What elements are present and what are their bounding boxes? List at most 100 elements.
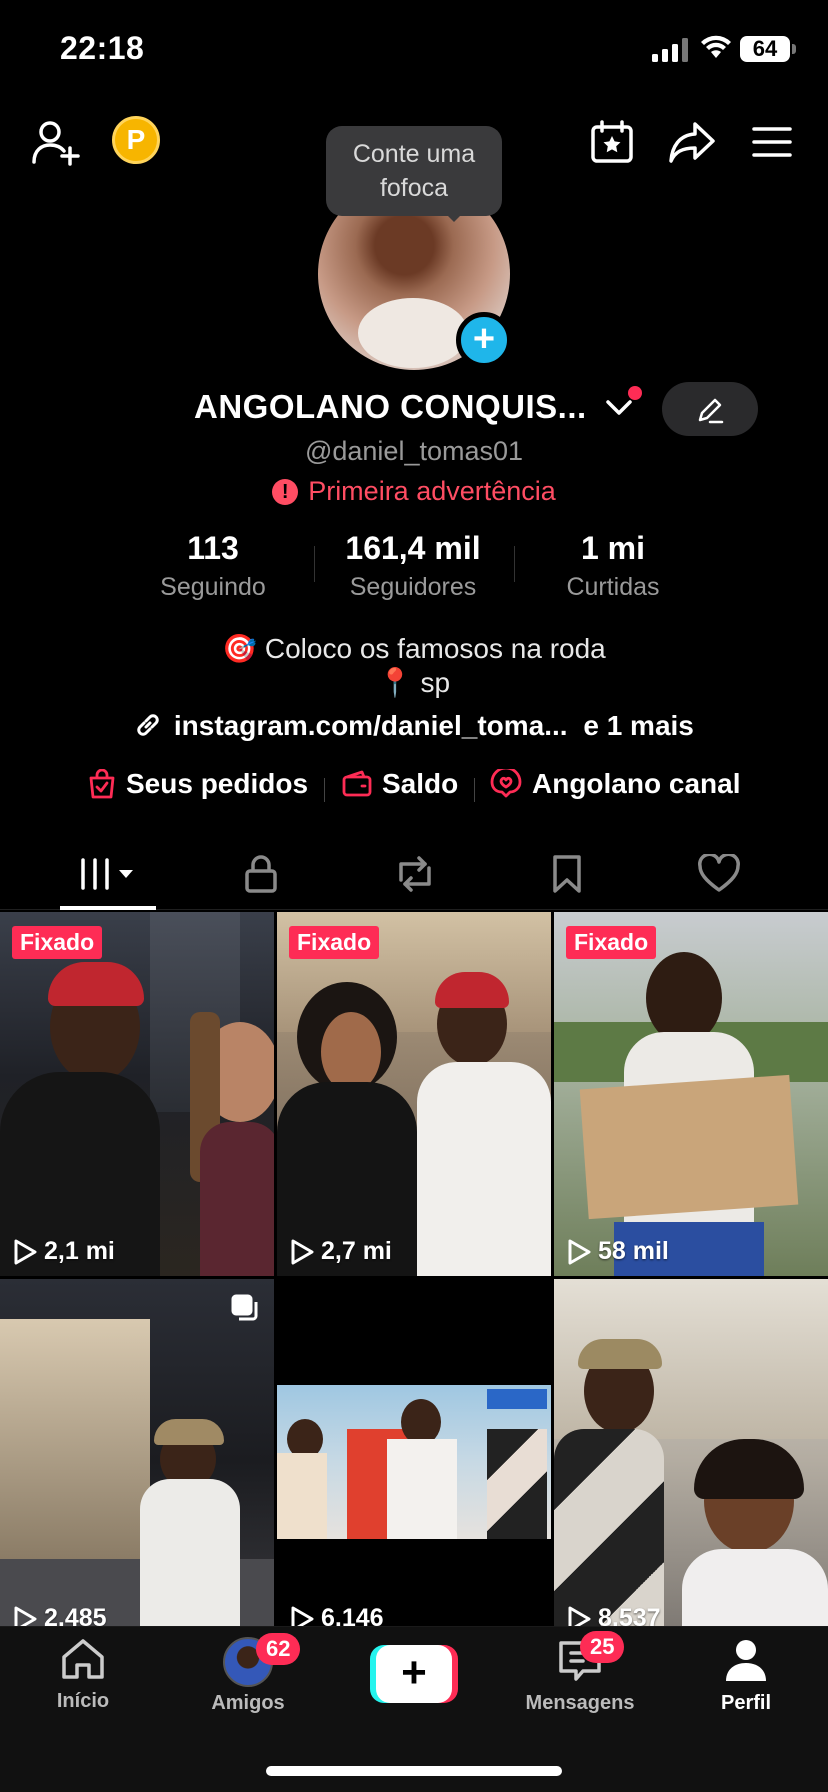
bio-line-1: 🎯 Coloco os famosos na roda <box>222 633 606 664</box>
share-profile-button[interactable] <box>664 114 720 170</box>
stat-label: Seguidores <box>349 573 477 601</box>
nav-home-label: Início <box>56 1690 110 1712</box>
white-shirt <box>387 1439 457 1539</box>
add-story-button[interactable]: + <box>456 312 512 368</box>
hamburger-menu-icon <box>752 127 792 157</box>
channel-label: Angolano canal <box>532 768 741 799</box>
video-thumbnail[interactable]: 6.146 <box>277 1279 551 1643</box>
nav-profile[interactable]: Perfil <box>676 1637 816 1715</box>
view-count: 2,7 mi <box>289 1237 392 1266</box>
status-time: 22:18 <box>60 30 145 66</box>
heart-chat-icon <box>490 769 522 798</box>
view-count: 2,1 mi <box>12 1237 115 1266</box>
stat-following[interactable]: 113 Seguindo <box>113 530 313 602</box>
profile-name[interactable]: ANGOLANO CONQUIS... <box>194 388 587 426</box>
video-thumbnail[interactable]: Fixado 2,1 mi <box>0 912 274 1276</box>
shortcut-divider <box>324 778 325 802</box>
orders-shortcut[interactable]: Seus pedidos <box>88 768 308 800</box>
account-warning-link[interactable]: ! Primeira advertência <box>0 476 828 507</box>
shopping-bag-icon <box>89 769 115 799</box>
profile-handle: @daniel_tomas01 <box>304 436 524 466</box>
stat-value: 161,4 mil <box>345 530 481 566</box>
stat-followers[interactable]: 161,4 mil Seguidores <box>313 530 513 602</box>
bookmark-icon <box>552 855 581 893</box>
tooltip-line-1: Conte uma <box>352 140 476 168</box>
channel-shortcut[interactable]: Angolano canal <box>490 768 740 800</box>
pinned-badge: Fixado <box>12 926 103 959</box>
create-video-button[interactable]: + <box>370 1645 458 1703</box>
profile-tabs <box>0 838 828 910</box>
edit-profile-button[interactable] <box>662 382 758 436</box>
menu-button[interactable] <box>746 114 798 170</box>
share-arrow-icon <box>669 122 715 163</box>
cardboard-sign <box>579 1074 799 1220</box>
nav-profile-label: Perfil <box>720 1692 772 1714</box>
home-icon <box>62 1639 104 1679</box>
calendar-star-icon <box>591 120 633 163</box>
view-count: 58 mil <box>566 1237 669 1266</box>
nav-friends[interactable]: Amigos 62 <box>178 1633 318 1715</box>
stat-label: Seguindo <box>160 573 266 601</box>
play-icon <box>14 1239 37 1264</box>
stat-likes[interactable]: 1 mi Curtidas <box>513 530 713 602</box>
tab-videos[interactable] <box>26 838 191 910</box>
video-thumbnail[interactable]: Fixado 2,7 mi <box>277 912 551 1276</box>
balance-shortcut[interactable]: Saldo <box>342 768 458 800</box>
shortcut-divider <box>474 778 475 802</box>
active-tab-indicator <box>60 906 156 910</box>
coins-button[interactable]: P <box>112 116 160 164</box>
person-body <box>277 1453 327 1539</box>
profile-shortcuts: Seus pedidos Saldo Angolano canal <box>0 768 828 808</box>
play-icon <box>568 1239 591 1264</box>
pencil-icon <box>698 398 724 424</box>
channel-logo <box>487 1389 547 1409</box>
bio-link[interactable]: instagram.com/daniel_toma... e 1 mais <box>0 710 828 742</box>
tab-private[interactable] <box>178 838 343 910</box>
tab-liked[interactable] <box>636 838 801 910</box>
orders-label: Seus pedidos <box>126 768 309 799</box>
view-count-value: 2,1 mi <box>44 1237 115 1265</box>
view-count-value: 2,7 mi <box>321 1237 392 1265</box>
chevron-down-icon[interactable] <box>604 398 634 418</box>
person-body <box>200 1122 274 1276</box>
nav-messages[interactable]: Mensagens 25 <box>510 1631 650 1715</box>
warning-text: Primeira advertência <box>308 476 556 506</box>
multi-photo-icon <box>231 1294 258 1321</box>
tab-reposts[interactable] <box>332 838 497 910</box>
wifi-icon <box>701 35 731 58</box>
wallet-icon <box>342 770 372 797</box>
warning-icon: ! <box>272 479 299 505</box>
video-thumbnail[interactable]: Fixado 58 mil <box>554 912 828 1276</box>
lock-icon <box>244 855 277 893</box>
status-note-tooltip[interactable]: Conte uma fofoca <box>326 126 502 216</box>
bio-line-2: 📍 sp <box>377 667 451 698</box>
link-icon <box>137 714 159 736</box>
add-friend-button[interactable] <box>28 116 84 168</box>
nav-friends-label: Amigos <box>211 1692 285 1714</box>
nav-home[interactable]: Início <box>13 1637 153 1713</box>
profile-icon <box>726 1640 766 1681</box>
video-thumbnail[interactable]: 8.537 <box>554 1279 828 1643</box>
view-count-value: 58 mil <box>598 1237 669 1265</box>
stat-label: Curtidas <box>566 573 660 601</box>
plus-icon: + <box>376 1645 452 1703</box>
video-thumbnail[interactable]: 2.485 <box>0 1279 274 1643</box>
calendar-button[interactable] <box>584 114 640 170</box>
repost-icon <box>398 856 431 892</box>
heart-icon <box>697 854 740 892</box>
balance-label: Saldo <box>382 768 459 799</box>
tooltip-line-2: fofoca <box>379 174 449 202</box>
notification-dot <box>628 386 642 400</box>
person-head <box>321 1012 381 1092</box>
white-shirt <box>140 1479 240 1643</box>
status-bar: 22:18 64 <box>0 0 828 100</box>
profile-stats: 113 Seguindo 161,4 mil Seguidores 1 mi C… <box>0 530 828 610</box>
white-shirt <box>417 1062 551 1276</box>
link-url: instagram.com/daniel_toma... <box>173 710 568 741</box>
friends-badge: 62 <box>256 1633 301 1665</box>
videos-grid-icon <box>80 858 133 890</box>
cap-shape <box>578 1339 662 1369</box>
stat-value: 113 <box>187 530 239 566</box>
tooltip-arrow <box>444 212 464 222</box>
tab-saved[interactable] <box>484 838 649 910</box>
